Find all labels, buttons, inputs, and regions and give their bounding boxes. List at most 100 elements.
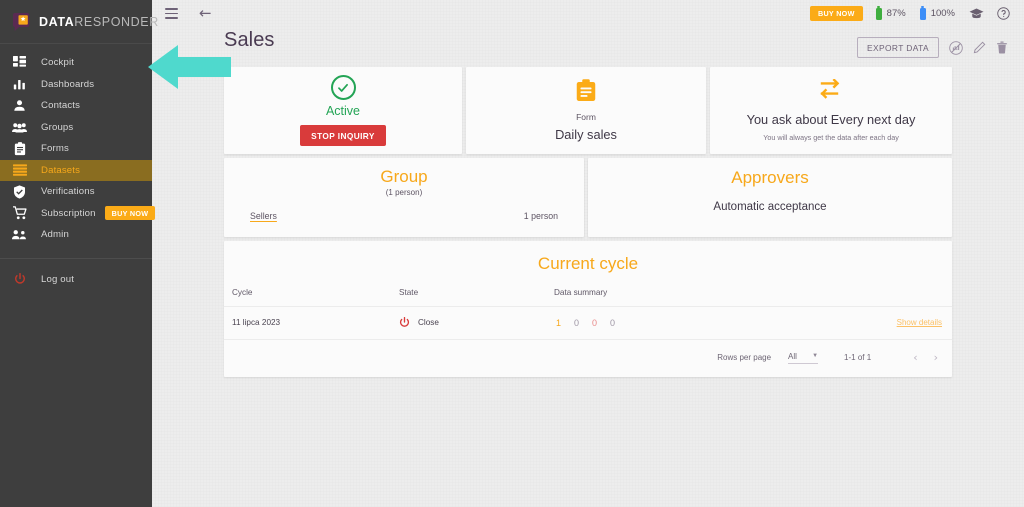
- summary-value-1: 0: [574, 317, 580, 328]
- group-link-sellers[interactable]: Sellers: [250, 211, 277, 221]
- table-row[interactable]: 11 lipca 2023 Close 1 0 0 0 Show details: [224, 306, 952, 340]
- power-off-icon: [399, 317, 410, 328]
- speech-head-star-logo-icon: [10, 11, 32, 33]
- rows-per-page-value: All: [788, 351, 797, 361]
- export-data-button[interactable]: EXPORT DATA: [857, 37, 939, 58]
- sidebar-item-label: Admin: [41, 229, 69, 241]
- brand-name-light: RESPONDER: [74, 14, 159, 29]
- page-title: Sales: [224, 29, 275, 51]
- list-lines-icon: [11, 163, 28, 178]
- status-label: Active: [325, 104, 361, 118]
- cycle-table-body: 11 lipca 2023 Close 1 0 0 0 Show details: [224, 306, 952, 340]
- content-area: Active STOP INQUIRY Form Daily sales You…: [152, 58, 1024, 377]
- rows-per-page-label: Rows per page: [717, 353, 772, 362]
- battery-stat-value: 100%: [930, 8, 955, 19]
- bar-chart-icon: [11, 77, 28, 92]
- brand-logo[interactable]: DATARESPONDER: [0, 0, 158, 44]
- cell-state: Close: [399, 306, 554, 340]
- sidebar-item-label: Subscription: [41, 207, 96, 219]
- person-icon: [11, 98, 28, 113]
- group-member-count: 1 person: [523, 210, 558, 221]
- pencil-edit-icon[interactable]: [973, 41, 986, 54]
- sidebar-item-label: Dashboards: [41, 78, 95, 90]
- sidebar-item-label: Cockpit: [41, 57, 75, 69]
- graduation-cap-icon[interactable]: [969, 7, 984, 20]
- cell-state-label: Close: [418, 318, 439, 327]
- stop-inquiry-button[interactable]: STOP INQUIRY: [300, 125, 386, 146]
- rows-per-page-select[interactable]: All ▼: [788, 351, 819, 364]
- main-content: ← BUY NOW 87% 100% Sales EXPORT DATA Act…: [152, 0, 1024, 507]
- sidebar-item-groups[interactable]: Groups: [0, 117, 152, 139]
- clipboard-form-icon: [576, 79, 596, 107]
- group-detail-row: Sellers 1 person: [238, 211, 570, 221]
- battery-icon: [919, 5, 926, 20]
- schedule-subtitle: You will always get the data after each …: [763, 133, 899, 142]
- no-signal-circle-icon[interactable]: [949, 40, 963, 55]
- table-header-row: Cycle State Data summary: [224, 288, 952, 307]
- chevron-left-icon[interactable]: ‹: [913, 351, 917, 364]
- sidebar-item-verifications[interactable]: Verifications: [0, 181, 152, 203]
- form-name: Daily sales: [555, 127, 617, 142]
- cycle-table: Cycle State Data summary 11 lipca 2023 C…: [224, 288, 952, 340]
- people-group-icon: [11, 120, 28, 135]
- sidebar-item-label: Datasets: [41, 164, 81, 176]
- brand-name: DATARESPONDER: [39, 15, 159, 29]
- form-kind-label: Form: [576, 112, 596, 122]
- cycle-table-head: Cycle State Data summary: [224, 288, 952, 307]
- check-circle-icon: [330, 75, 356, 100]
- battery-stat-blue: 100%: [919, 5, 955, 20]
- cell-cycle-date: 11 lipca 2023: [224, 306, 399, 340]
- dashboard-grid-icon: [11, 55, 28, 70]
- page-header-actions: EXPORT DATA: [857, 29, 1008, 58]
- shopping-cart-icon: [11, 206, 28, 221]
- summary-value-2: 0: [592, 317, 598, 328]
- back-arrow-icon[interactable]: ←: [199, 6, 212, 21]
- column-header-action: [762, 288, 952, 307]
- approvers-title: Approvers: [731, 168, 809, 187]
- cell-data-summary: 1 0 0 0: [554, 306, 763, 340]
- chevron-down-icon: ▼: [812, 353, 819, 359]
- column-header-state: State: [399, 288, 554, 307]
- sidebar-buy-now-badge[interactable]: BUY NOW: [104, 206, 156, 221]
- schedule-title: You ask about Every next day: [746, 112, 916, 127]
- battery-stat-value: 87%: [886, 8, 906, 19]
- sidebar-item-contacts[interactable]: Contacts: [0, 95, 152, 117]
- sidebar-item-label: Verifications: [41, 186, 95, 198]
- shield-check-icon: [11, 184, 28, 199]
- show-details-link[interactable]: Show details: [897, 318, 942, 327]
- group-card: Group (1 person) Sellers 1 person: [224, 158, 584, 237]
- topbar-buy-now-button[interactable]: BUY NOW: [809, 5, 863, 22]
- current-cycle-card: Current cycle Cycle State Data summary 1…: [224, 241, 952, 377]
- chevron-right-icon[interactable]: ›: [934, 351, 938, 364]
- pagination-range: 1-1 of 1: [844, 353, 872, 362]
- power-icon: [11, 272, 28, 287]
- summary-value-0: 1: [556, 317, 562, 328]
- cell-action: Show details: [762, 306, 952, 340]
- sidebar-item-label: Forms: [41, 143, 69, 155]
- hamburger-icon[interactable]: [165, 8, 178, 19]
- approvers-card: Approvers Automatic acceptance: [588, 158, 952, 237]
- trash-delete-icon[interactable]: [996, 41, 1008, 54]
- sidebar-item-label: Groups: [41, 121, 74, 133]
- column-header-cycle: Cycle: [224, 288, 399, 307]
- group-title: Group: [380, 167, 428, 186]
- schedule-card: You ask about Every next day You will al…: [710, 67, 952, 154]
- sidebar-item-forms[interactable]: Forms: [0, 138, 152, 160]
- help-circle-icon[interactable]: [997, 7, 1010, 20]
- approvers-subtitle: Automatic acceptance: [713, 200, 827, 213]
- app-root: DATARESPONDER Cockpit Dashboards Contact…: [0, 0, 1024, 507]
- sidebar-item-subscription[interactable]: Subscription BUY NOW: [0, 203, 156, 225]
- sidebar: DATARESPONDER Cockpit Dashboards Contact…: [0, 0, 158, 507]
- sidebar-nav: Cockpit Dashboards Contacts Groups Forms…: [0, 44, 156, 291]
- sidebar-item-admin[interactable]: Admin: [0, 224, 152, 246]
- sidebar-item-datasets[interactable]: Datasets: [0, 159, 152, 181]
- column-header-summary: Data summary: [554, 288, 763, 307]
- sidebar-item-label: Log out: [41, 273, 75, 285]
- repeat-cycle-icon: [819, 78, 843, 104]
- battery-icon: [875, 5, 882, 20]
- status-card: Active STOP INQUIRY: [224, 67, 462, 154]
- sidebar-item-logout[interactable]: Log out: [0, 269, 152, 291]
- sidebar-item-cockpit[interactable]: Cockpit: [0, 52, 152, 74]
- sidebar-item-dashboards[interactable]: Dashboards: [0, 74, 152, 96]
- group-count-note: (1 person): [385, 187, 423, 197]
